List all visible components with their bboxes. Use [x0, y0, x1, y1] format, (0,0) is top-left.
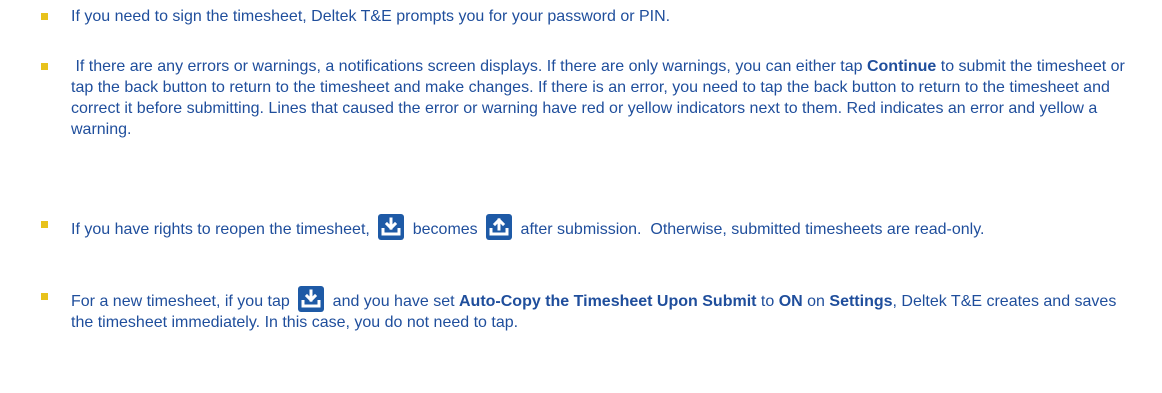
item-4-text-c: to — [756, 293, 779, 310]
item-4-text-b: and you have set — [328, 293, 459, 310]
item-3-text-c: after submission. Otherwise, submitted t… — [516, 221, 985, 238]
item-2-text-a: If there are any errors or warnings, a n… — [71, 58, 867, 75]
list-item-text: If there are any errors or warnings, a n… — [71, 56, 1141, 140]
settings-emphasis: Settings — [829, 293, 893, 310]
on-emphasis: ON — [778, 293, 803, 310]
item-4-text-a: For a new timesheet, if you tap — [71, 293, 295, 310]
list-item-text: If you have rights to reopen the timeshe… — [71, 214, 1141, 240]
submit-download-icon — [378, 214, 405, 240]
bullet-marker — [41, 293, 48, 300]
item-1-text: If you need to sign the timesheet, Delte… — [71, 8, 671, 25]
list-item-text: If you need to sign the timesheet, Delte… — [71, 6, 1141, 27]
item-3-text-b: becomes — [408, 221, 483, 238]
bullet-marker — [41, 13, 48, 20]
auto-copy-setting-emphasis: Auto-Copy the Timesheet Upon Submit — [458, 293, 757, 310]
submit-download-icon — [298, 286, 325, 312]
reopen-upload-icon — [486, 214, 513, 240]
bullet-marker — [41, 63, 48, 70]
continue-emphasis: Continue — [866, 58, 937, 75]
list-item-text: For a new timesheet, if you tap and you … — [71, 286, 1141, 333]
item-3-text-a: If you have rights to reopen the timeshe… — [71, 221, 375, 238]
bullet-marker — [41, 221, 48, 228]
item-4-text-d: on — [802, 293, 830, 310]
